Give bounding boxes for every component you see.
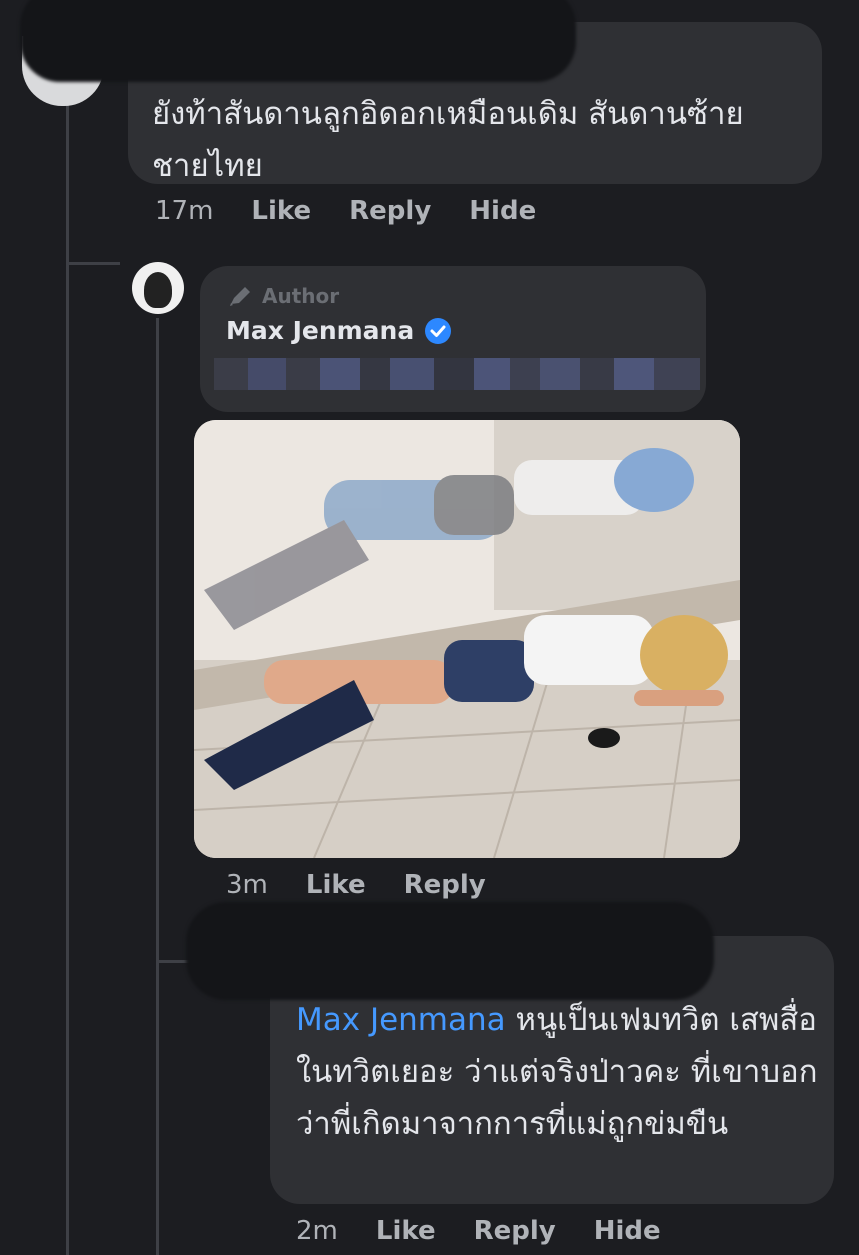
- redacted-commenter-name: [20, 0, 576, 82]
- author-badge: Author: [228, 284, 339, 308]
- comment-actions-1: 17m Like Reply Hide: [155, 196, 574, 226]
- redacted-commenter-name-2: [186, 902, 714, 1000]
- meme-photo: [194, 420, 740, 858]
- thread-connector-reply1: [66, 262, 120, 265]
- author-avatar[interactable]: [132, 262, 184, 314]
- author-reply-bubble: Author Max Jenmana: [200, 266, 706, 412]
- verified-badge-icon: [425, 317, 452, 344]
- thread-line-reply: [156, 318, 159, 1255]
- thread-line-main: [66, 92, 69, 1255]
- reply-time-1: 3m: [226, 870, 268, 900]
- author-name[interactable]: Max Jenmana: [226, 316, 414, 345]
- pencil-icon: [230, 287, 250, 306]
- comment-text-2: Max Jenmana หนูเป็นเฟมทวิต เสพสื่อในทวิต…: [296, 994, 820, 1150]
- hide-button[interactable]: Hide: [594, 1216, 661, 1246]
- comment-time-2: 2m: [296, 1216, 338, 1246]
- reply-image[interactable]: [194, 420, 740, 858]
- comment-actions-2: 2m Like Reply Hide: [296, 1216, 699, 1246]
- like-button[interactable]: Like: [251, 196, 311, 226]
- mention-link[interactable]: Max Jenmana: [296, 1002, 506, 1038]
- reply-actions-1: 3m Like Reply: [226, 870, 524, 900]
- reply-button[interactable]: Reply: [474, 1216, 556, 1246]
- comment-text-1: ยังท้าสันดานลูกอิดอกเหมือนเดิม สันดานซ้า…: [152, 96, 744, 184]
- reply-button[interactable]: Reply: [404, 870, 486, 900]
- author-name-row: Max Jenmana: [226, 316, 452, 345]
- like-button[interactable]: Like: [306, 870, 366, 900]
- like-button[interactable]: Like: [376, 1216, 436, 1246]
- thread-connector-reply2: [156, 960, 190, 963]
- hide-button[interactable]: Hide: [469, 196, 536, 226]
- reply-button[interactable]: Reply: [349, 196, 431, 226]
- comment-time-1: 17m: [155, 196, 214, 226]
